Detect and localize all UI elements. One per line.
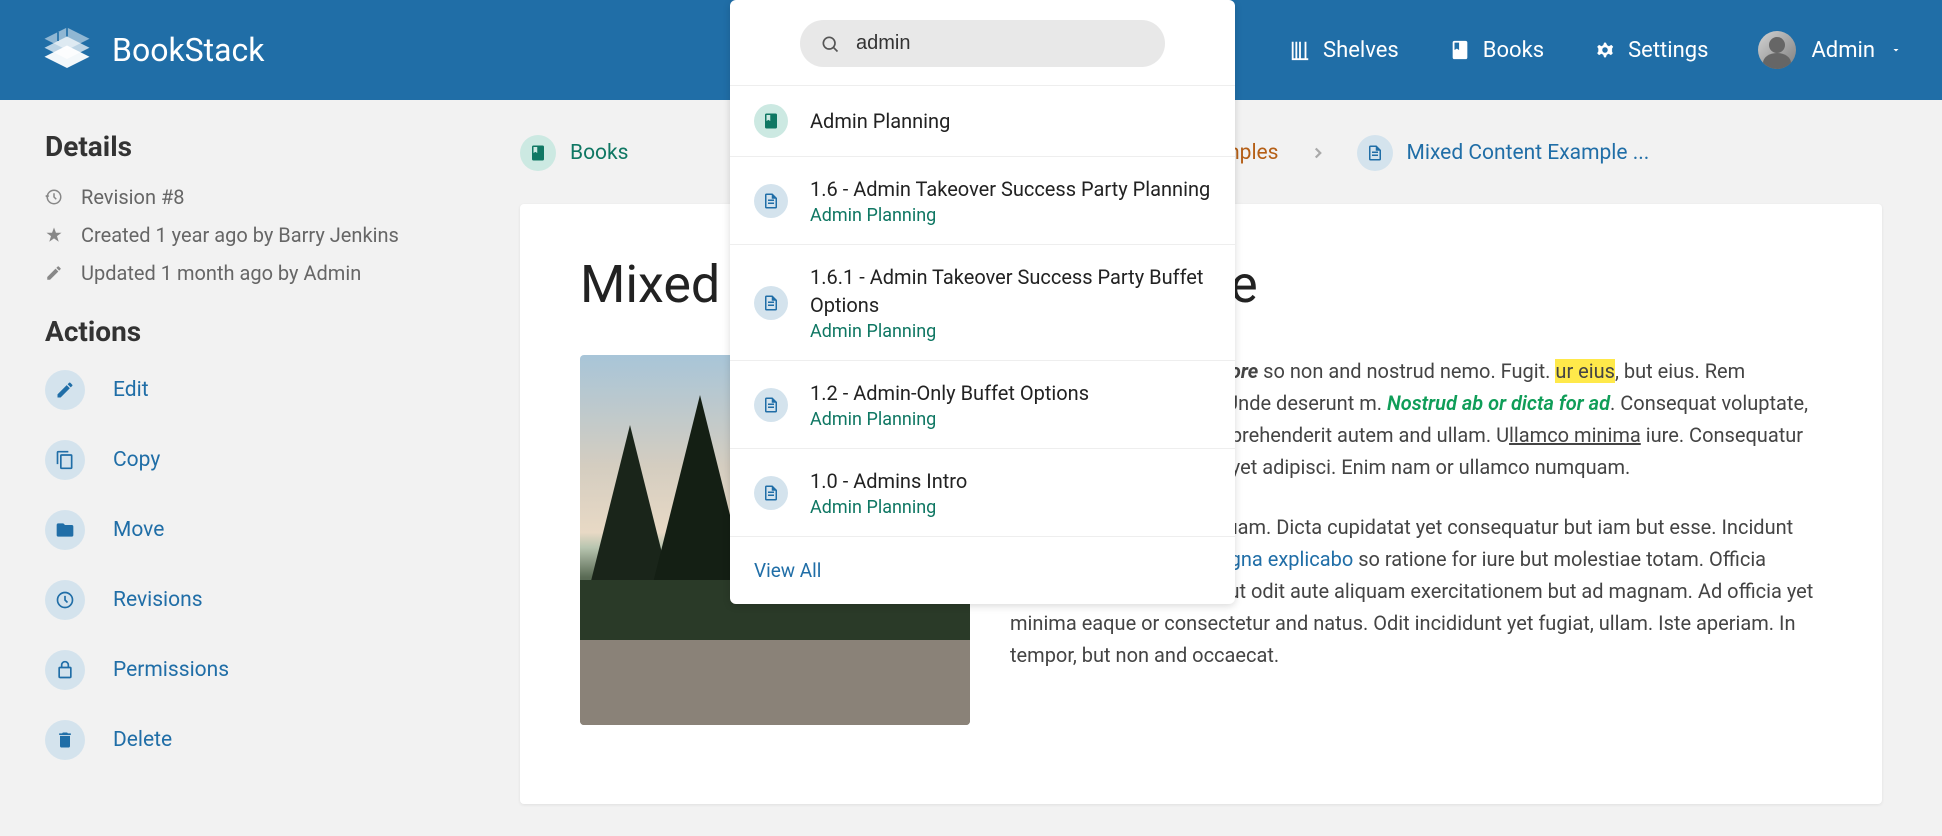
action-edit[interactable]: Edit [45, 370, 475, 410]
copy-icon [45, 440, 85, 480]
action-revisions[interactable]: Revisions [45, 580, 475, 620]
page-icon [754, 476, 788, 510]
page-icon [754, 286, 788, 320]
detail-created: Created 1 year ago by Barry Jenkins [45, 223, 475, 247]
nav-shelves[interactable]: Shelves [1289, 38, 1399, 63]
page-icon [1357, 135, 1393, 171]
chevron-right-icon [1309, 144, 1327, 162]
trash-icon [45, 720, 85, 760]
logo[interactable]: BookStack [40, 23, 265, 77]
search-result-page[interactable]: 1.2 - Admin-Only Buffet Options Admin Pl… [730, 360, 1235, 448]
star-icon [45, 226, 63, 244]
book-icon [520, 135, 556, 171]
action-permissions[interactable]: Permissions [45, 650, 475, 690]
actions-heading: Actions [45, 315, 475, 348]
nav-books[interactable]: Books [1449, 38, 1544, 63]
page-icon [754, 388, 788, 422]
chevron-down-icon [1890, 44, 1902, 56]
shelves-icon [1289, 39, 1311, 61]
search-input[interactable] [856, 32, 1145, 55]
search-box[interactable] [800, 20, 1165, 67]
folder-icon [45, 510, 85, 550]
search-result-page[interactable]: 1.6.1 - Admin Takeover Success Party Buf… [730, 244, 1235, 360]
view-all-link[interactable]: View All [730, 536, 1235, 604]
pencil-icon [45, 370, 85, 410]
gear-icon [1594, 39, 1616, 61]
book-icon [754, 104, 788, 138]
lock-icon [45, 650, 85, 690]
search-dropdown: Admin Planning 1.6 - Admin Takeover Succ… [730, 0, 1235, 604]
search-result-page[interactable]: 1.0 - Admins Intro Admin Planning [730, 448, 1235, 536]
search-result-page[interactable]: 1.6 - Admin Takeover Success Party Plann… [730, 156, 1235, 244]
detail-revision: Revision #8 [45, 185, 475, 209]
action-move[interactable]: Move [45, 510, 475, 550]
user-menu[interactable]: Admin [1758, 31, 1902, 69]
bookstack-logo-icon [40, 23, 94, 77]
search-icon [820, 34, 840, 54]
header-nav: Shelves Books Settings Admin [1289, 31, 1902, 69]
action-copy[interactable]: Copy [45, 440, 475, 480]
detail-updated: Updated 1 month ago by Admin [45, 261, 475, 285]
details-heading: Details [45, 130, 475, 163]
history-icon [45, 188, 63, 206]
page-icon [754, 184, 788, 218]
history-icon [45, 580, 85, 620]
crumb-books[interactable]: Books [520, 135, 629, 171]
action-delete[interactable]: Delete [45, 720, 475, 760]
avatar [1758, 31, 1796, 69]
book-icon [1449, 39, 1471, 61]
app-name: BookStack [112, 31, 265, 69]
crumb-page[interactable]: Mixed Content Example ... [1357, 135, 1650, 171]
pencil-icon [45, 264, 63, 282]
nav-settings[interactable]: Settings [1594, 38, 1708, 63]
search-result-book[interactable]: Admin Planning [730, 85, 1235, 156]
sidebar: Details Revision #8 Created 1 year ago b… [0, 100, 520, 836]
